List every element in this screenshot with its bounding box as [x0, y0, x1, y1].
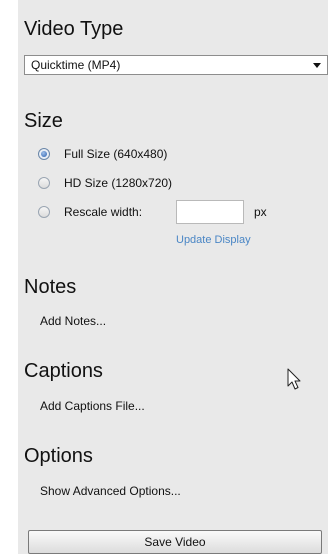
show-advanced-options-link[interactable]: Show Advanced Options...	[40, 484, 181, 498]
save-video-button[interactable]: Save Video	[28, 530, 322, 554]
radio-button[interactable]	[38, 206, 50, 218]
video-type-selected-value: Quicktime (MP4)	[31, 58, 121, 72]
radio-button-checked[interactable]	[38, 148, 50, 160]
px-unit-label: px	[254, 205, 267, 219]
notes-title: Notes	[24, 276, 77, 298]
radio-label-full-size: Full Size (640x480)	[64, 147, 168, 161]
options-title: Options	[24, 445, 93, 467]
export-panel: Video Type Quicktime (MP4) Size Full Siz…	[18, 0, 328, 554]
video-type-select[interactable]: Quicktime (MP4)	[24, 55, 328, 75]
radio-button[interactable]	[38, 177, 50, 189]
size-title: Size	[24, 110, 63, 132]
radio-label-hd-size: HD Size (1280x720)	[64, 176, 173, 190]
add-notes-link[interactable]: Add Notes...	[40, 314, 106, 328]
update-display-link[interactable]: Update Display	[176, 234, 251, 246]
rescale-width-input[interactable]	[176, 200, 244, 224]
chevron-down-icon	[313, 63, 321, 68]
radio-rescale[interactable]: Rescale width:	[38, 203, 142, 221]
radio-label-rescale: Rescale width:	[64, 205, 143, 219]
video-type-title: Video Type	[24, 18, 124, 40]
radio-hd-size[interactable]: HD Size (1280x720)	[38, 174, 172, 192]
radio-full-size[interactable]: Full Size (640x480)	[38, 145, 167, 163]
captions-title: Captions	[24, 360, 103, 382]
mouse-pointer-icon	[287, 368, 301, 390]
add-captions-link[interactable]: Add Captions File...	[40, 399, 145, 413]
